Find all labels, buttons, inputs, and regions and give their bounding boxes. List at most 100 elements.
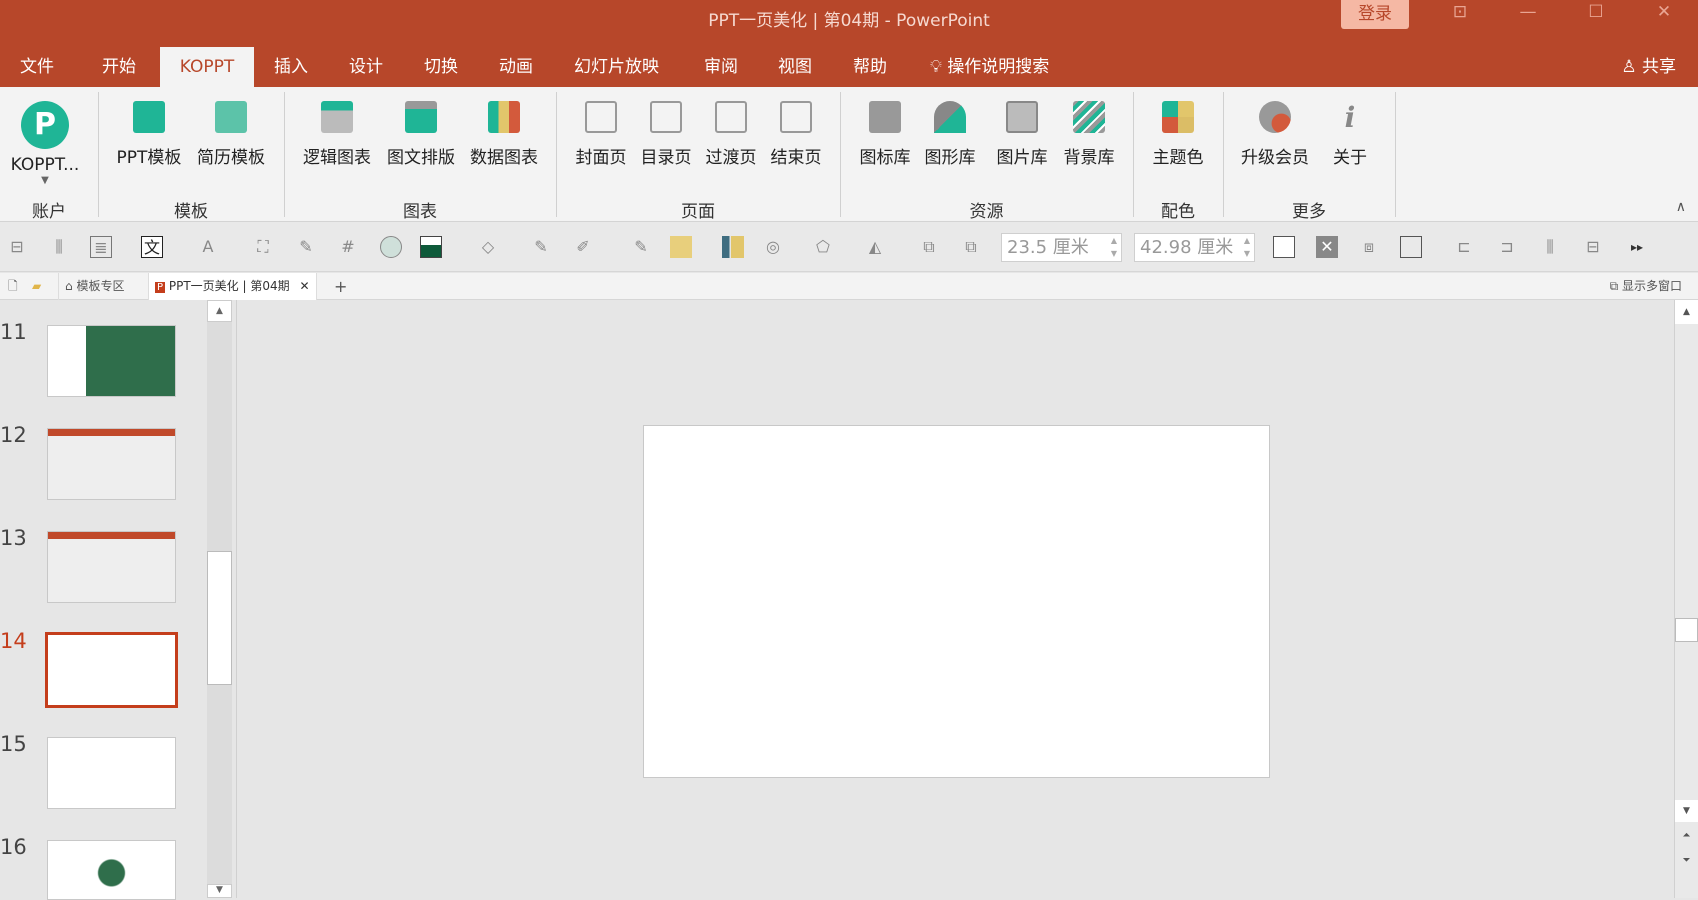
multi-window-button[interactable]: ⧉ 显示多窗口 [1604, 273, 1688, 300]
slide-size-icon[interactable] [1400, 236, 1422, 258]
spinner-icon[interactable]: ▲ ▼ [1111, 234, 1117, 260]
toc-page-button[interactable]: 目录页 [637, 97, 695, 168]
shapes-icon [934, 101, 966, 133]
next-slide-icon[interactable]: ⏷ [1675, 855, 1698, 866]
image-library-button[interactable]: 图片库 [993, 97, 1051, 168]
maximize-button[interactable]: ☐ [1576, 2, 1616, 28]
flip-icon[interactable]: ◭ [864, 236, 886, 258]
hierarchy-icon [321, 101, 353, 133]
template-zone-tab[interactable]: ⌂ 模板专区 [58, 273, 130, 300]
login-button[interactable]: 登录 [1341, 0, 1409, 29]
scroll-up-icon[interactable]: ▲ [207, 300, 232, 322]
text-layout-button[interactable]: 图文排版 [383, 97, 459, 168]
text-direction-icon[interactable]: 文 [141, 236, 163, 258]
upgrade-member-button[interactable]: 升级会员 [1237, 97, 1313, 168]
tab-home[interactable]: 开始 [90, 47, 148, 87]
slide-thumbnail-16[interactable] [47, 840, 176, 900]
delete-icon[interactable]: ✕ [1316, 236, 1338, 258]
new-tab-button[interactable]: + [328, 273, 353, 300]
theme-color-button[interactable]: 主题色 [1147, 97, 1209, 168]
scroll-thumb[interactable] [1675, 618, 1698, 642]
tab-design[interactable]: 设计 [337, 47, 395, 87]
align-right-icon[interactable]: ⊐ [1496, 236, 1518, 258]
edit-shape-icon[interactable]: ✐ [572, 236, 594, 258]
slide-thumbnail-13[interactable] [47, 531, 176, 603]
scroll-thumb[interactable] [207, 551, 232, 685]
scroll-up-icon[interactable]: ▲ [1675, 300, 1698, 324]
folder-icon[interactable]: ▰ [26, 273, 47, 300]
slide-thumbnail-11[interactable] [47, 325, 176, 397]
crop-icon[interactable]: # [337, 236, 359, 258]
shape-library-button[interactable]: 图形库 [921, 97, 979, 168]
textbox-icon[interactable]: ≣ [90, 236, 112, 258]
tab-view[interactable]: 视图 [766, 47, 824, 87]
eyedropper-icon[interactable]: ✎ [530, 236, 552, 258]
slide-thumbnail-12[interactable] [47, 428, 176, 500]
icon-library-button[interactable]: 图标库 [856, 97, 914, 168]
merge-shapes-icon[interactable]: ◎ [762, 236, 784, 258]
slide-number: 12 [0, 423, 27, 447]
scroll-down-icon[interactable]: ▼ [1675, 800, 1698, 822]
collapse-ribbon-icon[interactable]: ∧ [1676, 199, 1686, 215]
resume-template-button[interactable]: 简历模板 [193, 97, 269, 168]
transition-page-button[interactable]: 过渡页 [702, 97, 760, 168]
background-library-button[interactable]: 背景库 [1060, 97, 1118, 168]
distribute-v-icon[interactable]: ⊟ [1582, 236, 1604, 258]
image-replace-icon[interactable]: ⛶ [252, 236, 274, 258]
shape-combine-icon[interactable]: ⬠ [812, 236, 834, 258]
minimize-button[interactable]: — [1508, 2, 1548, 28]
slide-thumbnail-14[interactable] [45, 632, 178, 708]
close-button[interactable]: ✕ [1644, 2, 1684, 28]
tab-help[interactable]: 帮助 [841, 47, 899, 87]
panel-scrollbar[interactable]: ▲ ▼ [207, 300, 232, 898]
slide-thumbnail-15[interactable] [47, 737, 176, 809]
account-button[interactable]: P KOPPT... ▼ [8, 97, 82, 186]
tab-transitions[interactable]: 切换 [412, 47, 470, 87]
color-fill-icon[interactable] [420, 236, 442, 258]
width-input[interactable]: 42.98 厘米 ▲ ▼ [1134, 233, 1255, 262]
slide-canvas[interactable] [643, 425, 1270, 778]
tell-me-search[interactable]: 💡︎ 操作说明搜索 [918, 47, 1061, 87]
paint-bucket-icon[interactable]: ◇ [477, 236, 499, 258]
close-tab-icon[interactable]: ✕ [299, 279, 309, 293]
eyedropper-icon[interactable]: ✎ [630, 236, 652, 258]
bring-forward-icon[interactable]: ⧉ [918, 236, 940, 258]
send-backward-icon[interactable]: ⧉ [960, 236, 982, 258]
tab-animations[interactable]: 动画 [487, 47, 545, 87]
group-template: 模板 [174, 202, 208, 222]
search-label: 操作说明搜索 [947, 57, 1050, 77]
distribute-icon[interactable]: ⫼ [48, 236, 70, 258]
align-left-icon[interactable]: ⊏ [1453, 236, 1475, 258]
tab-slideshow[interactable]: 幻灯片放映 [562, 47, 671, 87]
arrange-icon[interactable] [670, 236, 692, 258]
scroll-down-icon[interactable]: ▼ [207, 884, 232, 898]
new-file-icon[interactable]: 🗋︎ [2, 273, 24, 300]
align-center-icon[interactable]: ⊟ [6, 236, 28, 258]
tab-insert[interactable]: 插入 [262, 47, 320, 87]
more-tools-icon[interactable]: ▸▸ [1626, 236, 1648, 258]
spinner-icon[interactable]: ▲ ▼ [1244, 234, 1250, 260]
distribute-h-icon[interactable]: ⫼ [1539, 236, 1561, 258]
cover-page-button[interactable]: 封面页 [572, 97, 630, 168]
logic-chart-button[interactable]: 逻辑图表 [299, 97, 375, 168]
swap-icon[interactable]: ⧈ [1358, 236, 1380, 258]
tab-koppt[interactable]: KOPPT [160, 47, 254, 87]
editor-scrollbar[interactable]: ▲ ▼ ⏶ ⏷ [1674, 300, 1698, 898]
ppt-template-button[interactable]: PPT模板 [113, 97, 185, 168]
shape-fill-icon[interactable] [380, 236, 402, 258]
chart-icon[interactable] [722, 236, 744, 258]
share-button[interactable]: ♙ 共享 [1621, 47, 1676, 87]
font-icon[interactable]: A [197, 236, 219, 258]
tab-review[interactable]: 审阅 [692, 47, 750, 87]
end-page-button[interactable]: 结束页 [767, 97, 825, 168]
tab-file[interactable]: 文件 [8, 47, 66, 87]
ruler-icon[interactable] [1273, 236, 1295, 258]
previous-slide-icon[interactable]: ⏶ [1675, 830, 1698, 841]
about-button[interactable]: i 关于 [1328, 97, 1372, 168]
group-page: 页面 [681, 202, 715, 222]
height-input[interactable]: 23.5 厘米 ▲ ▼ [1001, 233, 1122, 262]
ribbon-display-icon[interactable]: ⊡ [1440, 2, 1480, 28]
data-chart-button[interactable]: 数据图表 [466, 97, 542, 168]
eyedropper-icon[interactable]: ✎ [295, 236, 317, 258]
document-tab[interactable]: P PPT一页美化 | 第04期 ✕ [148, 273, 317, 300]
